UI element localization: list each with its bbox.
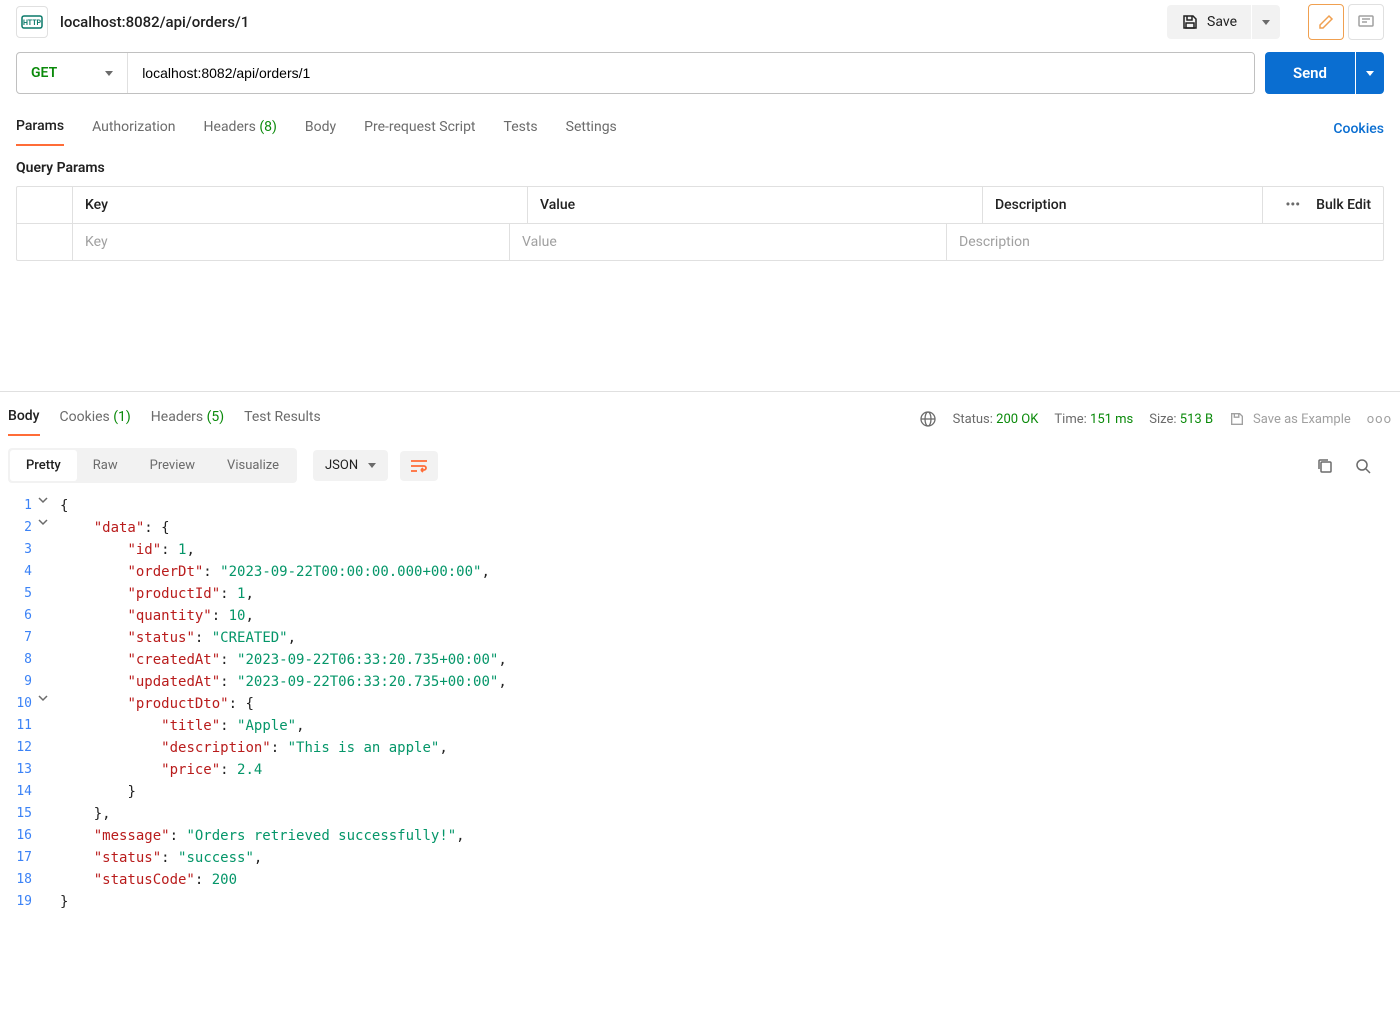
send-button[interactable]: Send xyxy=(1265,52,1355,94)
resp-tab-test-results[interactable]: Test Results xyxy=(244,403,321,435)
tab-prerequest[interactable]: Pre-request Script xyxy=(364,113,475,145)
request-tab-title: localhost:8082/api/orders/1 xyxy=(60,13,1155,31)
send-dropdown[interactable] xyxy=(1356,52,1384,94)
chevron-down-icon xyxy=(105,71,113,76)
tab-tests[interactable]: Tests xyxy=(504,113,538,145)
status-meta: Status: 200 OK xyxy=(953,412,1039,427)
tab-body[interactable]: Body xyxy=(305,113,336,145)
search-icon[interactable] xyxy=(1354,457,1372,475)
response-body[interactable]: 1{2 "data": {3 "id": 1,4 "orderDt": "202… xyxy=(0,495,1400,913)
save-button[interactable]: Save xyxy=(1167,5,1251,39)
row-checkbox[interactable] xyxy=(17,224,73,260)
tab-settings[interactable]: Settings xyxy=(566,113,617,145)
view-preview[interactable]: Preview xyxy=(134,450,211,481)
method-select[interactable]: GET xyxy=(17,53,128,93)
value-input[interactable]: Value xyxy=(510,224,947,260)
params-table: Key Value Description ••• Bulk Edit Key … xyxy=(16,186,1384,261)
more-icon[interactable]: ooo xyxy=(1367,412,1392,427)
resp-tab-cookies[interactable]: Cookies (1) xyxy=(60,403,131,435)
time-meta: Time: 151 ms xyxy=(1054,412,1133,427)
wrap-lines-button[interactable] xyxy=(400,451,438,481)
col-key: Key xyxy=(73,187,528,223)
col-value: Value xyxy=(528,187,983,223)
edit-icon-button[interactable] xyxy=(1308,4,1344,40)
save-dropdown[interactable] xyxy=(1252,5,1280,39)
size-meta: Size: 513 B xyxy=(1149,412,1213,427)
view-visualize[interactable]: Visualize xyxy=(211,450,295,481)
method-label: GET xyxy=(31,65,57,81)
svg-text:HTTP: HTTP xyxy=(23,19,42,27)
url-input[interactable] xyxy=(128,53,1254,93)
tab-headers[interactable]: Headers (8) xyxy=(204,113,277,145)
bulk-edit-link[interactable]: Bulk Edit xyxy=(1316,197,1371,213)
save-as-example-button[interactable]: Save as Example xyxy=(1229,411,1351,427)
copy-icon[interactable] xyxy=(1316,457,1334,475)
key-input[interactable]: Key xyxy=(73,224,510,260)
view-raw[interactable]: Raw xyxy=(77,450,134,481)
http-badge-icon: HTTP xyxy=(16,6,48,38)
query-params-title: Query Params xyxy=(0,146,1400,186)
comment-icon-button[interactable] xyxy=(1348,4,1384,40)
save-label: Save xyxy=(1207,14,1237,30)
resp-tab-headers[interactable]: Headers (5) xyxy=(151,403,224,435)
more-icon[interactable]: ••• xyxy=(1285,197,1300,213)
globe-icon xyxy=(919,410,937,428)
view-pretty[interactable]: Pretty xyxy=(10,450,77,481)
chevron-down-icon xyxy=(368,463,376,468)
description-input[interactable]: Description xyxy=(947,224,1383,260)
cookies-link[interactable]: Cookies xyxy=(1333,121,1384,137)
resp-tab-body[interactable]: Body xyxy=(8,402,40,436)
col-description: Description xyxy=(983,187,1263,223)
format-select[interactable]: JSON xyxy=(313,450,388,481)
checkbox-column xyxy=(17,187,73,223)
tab-params[interactable]: Params xyxy=(16,112,64,146)
tab-authorization[interactable]: Authorization xyxy=(92,113,175,145)
